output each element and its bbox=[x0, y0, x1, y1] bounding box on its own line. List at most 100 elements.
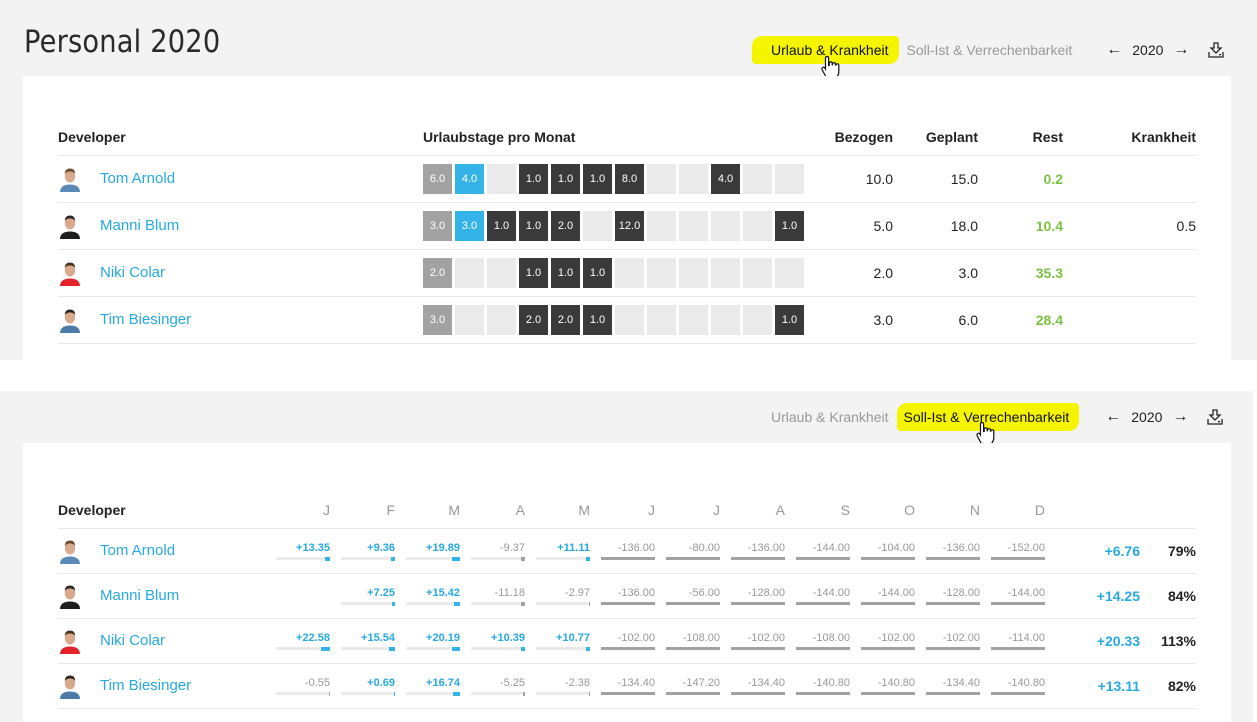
month-value: +15.42 bbox=[426, 586, 460, 599]
month-blocks: 2.0 1.0 1.0 1.0 bbox=[423, 257, 805, 288]
arrow-right-icon[interactable]: → bbox=[1168, 408, 1192, 426]
month-indicator-bar bbox=[276, 556, 330, 561]
col-percent bbox=[1140, 493, 1196, 529]
month-indicator-bar bbox=[796, 691, 850, 695]
developer-name-link[interactable]: Manni Blum bbox=[100, 217, 179, 234]
month-value: +9.36 bbox=[367, 541, 395, 554]
month-indicator-bar bbox=[471, 646, 525, 651]
developer-cell: Niki Colar bbox=[58, 249, 423, 297]
month-value-cell: +19.89 bbox=[398, 528, 463, 574]
month-block[interactable]: 8.0 bbox=[615, 163, 644, 194]
month-value: +22.58 bbox=[296, 631, 330, 644]
month-block[interactable]: 1.0 bbox=[519, 257, 548, 288]
month-value-cell: -152.00 bbox=[983, 528, 1048, 574]
month-indicator-fill bbox=[452, 556, 460, 561]
month-indicator-fill bbox=[586, 646, 590, 651]
month-block bbox=[487, 163, 516, 194]
month-block[interactable]: 2.0 bbox=[551, 304, 580, 335]
month-block[interactable]: 2.0 bbox=[551, 210, 580, 241]
arrow-left-icon[interactable]: ← bbox=[1101, 408, 1125, 426]
table-row: Niki Colar 2.0 1.0 1.0 1.0 2.0 3.0 35.3 bbox=[58, 249, 1196, 297]
month-indicator-bar bbox=[536, 646, 590, 651]
month-indicator-fill bbox=[521, 601, 525, 606]
avatar bbox=[60, 309, 80, 333]
vacation-panel: Personal 2020 Urlaub & Krankheit Soll-Is… bbox=[0, 0, 1257, 360]
month-indicator-fill bbox=[389, 646, 395, 651]
month-indicator-bar bbox=[536, 556, 590, 561]
month-value-cell: -144.00 bbox=[853, 573, 918, 619]
month-value: -102.00 bbox=[747, 631, 785, 644]
developer-name-link[interactable]: Tim Biesinger bbox=[100, 311, 191, 328]
month-value: -144.00 bbox=[877, 586, 915, 599]
month-value: +19.89 bbox=[426, 541, 460, 554]
month-value: +15.54 bbox=[361, 631, 395, 644]
geplant-value: 6.0 bbox=[893, 296, 978, 344]
month-block[interactable]: 1.0 bbox=[583, 257, 612, 288]
month-block[interactable]: 4.0 bbox=[455, 163, 484, 194]
month-indicator-fill bbox=[454, 601, 460, 606]
month-value: -0.55 bbox=[304, 676, 330, 689]
year-navigation: ← 2020 → bbox=[1101, 408, 1192, 426]
month-block bbox=[679, 163, 708, 194]
developer-name-link[interactable]: Niki Colar bbox=[100, 632, 165, 649]
month-value: -108.00 bbox=[812, 631, 850, 644]
month-block[interactable]: 1.0 bbox=[583, 163, 612, 194]
month-block[interactable]: 3.0 bbox=[423, 210, 452, 241]
tab-urlaub-krankheit[interactable]: Urlaub & Krankheit bbox=[763, 403, 897, 431]
month-value: +7.25 bbox=[367, 586, 395, 599]
month-block[interactable]: 1.0 bbox=[775, 210, 804, 241]
developer-name-link[interactable]: Tim Biesinger bbox=[100, 677, 191, 694]
arrow-right-icon[interactable]: → bbox=[1169, 41, 1193, 59]
month-block[interactable]: 3.0 bbox=[455, 210, 484, 241]
developer-name-link[interactable]: Tom Arnold bbox=[100, 170, 175, 187]
month-value: -136.00 bbox=[617, 586, 655, 599]
month-indicator-bar bbox=[666, 556, 720, 560]
month-block[interactable]: 1.0 bbox=[487, 210, 516, 241]
month-indicator-fill bbox=[586, 556, 590, 561]
month-indicator-bar bbox=[406, 691, 460, 696]
month-indicator-bar bbox=[276, 691, 330, 696]
download-icon[interactable] bbox=[1206, 408, 1224, 426]
table-row: Tim Biesinger -0.55 +0.69 +16.74 -5.25 -2.38 -… bbox=[58, 663, 1196, 709]
developer-name-link[interactable]: Manni Blum bbox=[100, 587, 179, 604]
month-indicator-bar bbox=[406, 601, 460, 606]
month-block[interactable]: 1.0 bbox=[519, 210, 548, 241]
tab-soll-ist-verrechenbarkeit[interactable]: Soll-Ist & Verrechenbarkeit bbox=[899, 36, 1081, 64]
col-urlaubstage: Urlaubstage pro Monat bbox=[423, 120, 805, 156]
month-value-cell: -5.25 bbox=[463, 663, 528, 709]
billing-card: Developer JFMAMJJASOND Tom Arnold +13.35 +… bbox=[23, 443, 1231, 722]
month-block[interactable]: 4.0 bbox=[711, 163, 740, 194]
month-block[interactable]: 1.0 bbox=[583, 304, 612, 335]
tab-urlaub-krankheit[interactable]: Urlaub & Krankheit bbox=[752, 36, 899, 64]
month-block[interactable]: 12.0 bbox=[615, 210, 644, 241]
avatar bbox=[60, 585, 80, 609]
total-value: +14.25 bbox=[1048, 573, 1140, 619]
developer-name-link[interactable]: Tom Arnold bbox=[100, 542, 175, 559]
month-block[interactable]: 1.0 bbox=[775, 304, 804, 335]
month-block[interactable]: 3.0 bbox=[423, 304, 452, 335]
arrow-left-icon[interactable]: ← bbox=[1102, 41, 1126, 59]
bezogen-value: 10.0 bbox=[805, 155, 893, 203]
month-value-cell: +7.25 bbox=[333, 573, 398, 619]
month-value: -102.00 bbox=[877, 631, 915, 644]
month-block[interactable]: 1.0 bbox=[551, 257, 580, 288]
month-value-cell: -128.00 bbox=[918, 573, 983, 619]
month-indicator-bar bbox=[601, 601, 655, 605]
avatar bbox=[60, 262, 80, 286]
month-block[interactable]: 1.0 bbox=[551, 163, 580, 194]
month-value-cell: -56.00 bbox=[658, 573, 723, 619]
month-indicator-bar bbox=[926, 646, 980, 650]
month-indicator-bar bbox=[731, 556, 785, 560]
month-block[interactable]: 2.0 bbox=[519, 304, 548, 335]
developer-name-link[interactable]: Niki Colar bbox=[100, 264, 165, 281]
month-block[interactable]: 6.0 bbox=[423, 163, 452, 194]
month-block[interactable]: 2.0 bbox=[423, 257, 452, 288]
tab-soll-ist-verrechenbarkeit[interactable]: Soll-Ist & Verrechenbarkeit bbox=[896, 403, 1080, 431]
month-value: -140.80 bbox=[877, 676, 915, 689]
col-month: F bbox=[333, 493, 398, 529]
col-month: M bbox=[398, 493, 463, 529]
month-value: -5.25 bbox=[499, 676, 525, 689]
month-block[interactable]: 1.0 bbox=[519, 163, 548, 194]
month-block bbox=[487, 304, 516, 335]
download-icon[interactable] bbox=[1207, 41, 1225, 59]
